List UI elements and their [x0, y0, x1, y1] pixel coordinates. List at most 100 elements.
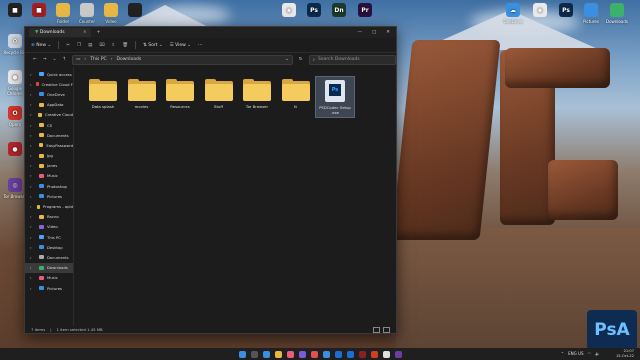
new-button[interactable]: ⊕ New ⌄ — [31, 43, 51, 48]
taskbar-app-icon[interactable] — [322, 350, 330, 358]
file-item[interactable]: Ps PSDCodec Setup .exe — [315, 76, 355, 118]
nav-item[interactable]: › OneDrive — [25, 89, 73, 99]
expand-chevron-icon[interactable]: › — [30, 275, 36, 280]
nav-item[interactable]: › Creative Cloud — [25, 110, 73, 120]
nav-item[interactable]: › Music — [25, 273, 73, 283]
desktop-icon[interactable]: Pr — [350, 3, 380, 19]
nav-item[interactable]: › Documents — [25, 252, 73, 262]
expand-chevron-icon[interactable]: › — [30, 102, 36, 107]
nav-item[interactable]: › Creative Cloud F — [25, 79, 73, 89]
address-bar[interactable]: ▭ › This PC › Downloads ⌄ — [72, 54, 293, 65]
chevron-up-icon[interactable]: ⌃ — [561, 351, 564, 356]
details-view-icon[interactable] — [373, 326, 380, 333]
file-explorer-window[interactable]: ▼ Downloads × + — □ ✕ ⊕ New ⌄ ✂ ❐ ▤ ⌧ ⇪ … — [24, 26, 397, 334]
expand-chevron-icon[interactable]: › — [30, 133, 36, 138]
delete-icon[interactable]: 🗑 — [122, 43, 128, 48]
taskbar-app-icon[interactable] — [286, 350, 294, 358]
taskbar-app-icon[interactable] — [370, 350, 378, 358]
nav-item[interactable]: › EasyPassword — [25, 140, 73, 150]
nav-item[interactable]: › Jpg — [25, 151, 73, 161]
expand-chevron-icon[interactable]: › — [30, 143, 36, 148]
taskbar-app-icon[interactable] — [262, 350, 270, 358]
clock[interactable]: 21:07 15-Oct-22 — [616, 349, 634, 359]
lang-indicator[interactable]: ENG US — [568, 351, 583, 356]
expand-chevron-icon[interactable]: › — [30, 224, 36, 229]
expand-chevron-icon[interactable]: › — [30, 214, 36, 219]
view-button[interactable]: ☰ View ⌄ — [170, 43, 191, 48]
nav-item[interactable]: › Programs - apld — [25, 201, 73, 211]
expand-chevron-icon[interactable]: › — [30, 153, 36, 158]
expand-chevron-icon[interactable]: › — [30, 265, 36, 270]
folder-item[interactable]: movies — [123, 79, 161, 109]
expand-chevron-icon[interactable]: › — [30, 194, 36, 199]
breadcrumb-downloads[interactable]: Downloads — [117, 57, 142, 62]
expand-chevron-icon[interactable]: › — [30, 173, 36, 178]
folder-item[interactable]: Resources — [161, 79, 199, 109]
rename-icon[interactable]: ⌧ — [99, 43, 104, 48]
desktop-icon[interactable]: Downloads — [602, 3, 632, 24]
nav-item[interactable]: › Pictures — [25, 191, 73, 201]
more-options-icon[interactable]: ··· — [198, 43, 202, 48]
minimize-icon[interactable]: — — [357, 30, 362, 35]
maximize-icon[interactable]: □ — [372, 30, 376, 35]
paste-icon[interactable]: ▤ — [88, 43, 92, 48]
copy-icon[interactable]: ❐ — [77, 43, 81, 48]
start-icon[interactable] — [238, 350, 246, 358]
nav-item[interactable]: › Music — [25, 171, 73, 181]
nav-item[interactable]: › Documents — [25, 130, 73, 140]
cut-icon[interactable]: ✂ — [66, 43, 70, 48]
nav-item[interactable]: › This PC — [25, 232, 73, 242]
desktop-icon[interactable] — [120, 3, 150, 19]
expand-chevron-icon[interactable]: › — [30, 245, 36, 250]
taskbar-app-icon[interactable] — [358, 350, 366, 358]
nav-item[interactable]: › Racno — [25, 212, 73, 222]
taskbar-app-icon[interactable] — [334, 350, 342, 358]
nav-item[interactable]: › Janes — [25, 161, 73, 171]
expand-chevron-icon[interactable]: › — [30, 255, 36, 260]
expand-chevron-icon[interactable]: › — [30, 286, 36, 291]
nav-item[interactable]: › Downloads — [25, 262, 73, 273]
folder-item[interactable]: Stuff — [200, 79, 238, 109]
forward-icon[interactable]: → — [43, 57, 47, 62]
taskbar-app-icon[interactable] — [274, 350, 282, 358]
search-input[interactable]: ⌕ Search Downloads — [308, 54, 396, 65]
up-icon[interactable]: ↑ — [62, 57, 66, 62]
desktop-icon[interactable]: ☁ OneDrive — [498, 3, 528, 24]
recent-icon[interactable]: ⌄ — [53, 57, 57, 62]
address-dropdown-icon[interactable]: ⌄ — [285, 57, 292, 62]
taskbar-app-icon[interactable] — [394, 350, 402, 358]
search-taskbar-icon[interactable] — [250, 350, 258, 358]
expand-chevron-icon[interactable]: › — [30, 82, 33, 87]
expand-chevron-icon[interactable]: › — [30, 163, 36, 168]
folder-item[interactable]: tt — [277, 79, 315, 109]
expand-chevron-icon[interactable]: › — [30, 184, 36, 189]
nav-item[interactable]: › CS — [25, 120, 73, 130]
breadcrumb-this-pc[interactable]: This PC — [90, 57, 106, 62]
nav-item[interactable]: › Quick access — [25, 69, 73, 79]
expand-chevron-icon[interactable]: › — [30, 235, 36, 240]
taskbar-app-icon[interactable] — [298, 350, 306, 358]
expand-chevron-icon[interactable]: › — [30, 92, 36, 97]
back-icon[interactable]: ← — [33, 57, 37, 62]
share-icon[interactable]: ⇪ — [112, 43, 116, 48]
nav-item[interactable]: › Desktop — [25, 242, 73, 252]
new-tab-button[interactable]: + — [97, 30, 101, 35]
folder-item[interactable]: Tor Browser — [238, 79, 276, 109]
close-window-icon[interactable]: ✕ — [386, 30, 390, 35]
sort-button[interactable]: ⇅ Sort ⌄ — [143, 43, 163, 48]
wifi-icon[interactable]: ◠ — [588, 351, 592, 356]
nav-item[interactable]: › Pictures — [25, 283, 73, 293]
nav-item[interactable]: › Photoshop — [25, 181, 73, 191]
tab-downloads[interactable]: ▼ Downloads × — [29, 28, 91, 37]
taskbar-app-icon[interactable] — [310, 350, 318, 358]
tiles-view-icon[interactable] — [383, 326, 390, 333]
expand-chevron-icon[interactable]: › — [30, 204, 34, 209]
close-tab-icon[interactable]: × — [83, 28, 87, 37]
nav-item[interactable]: › AppData — [25, 100, 73, 110]
title-bar[interactable]: ▼ Downloads × + — □ ✕ — [25, 27, 396, 38]
expand-chevron-icon[interactable]: › — [30, 123, 36, 128]
expand-chevron-icon[interactable]: › — [30, 72, 36, 77]
nav-item[interactable]: › Video — [25, 222, 73, 232]
folder-item[interactable]: Data splash — [84, 79, 122, 109]
expand-chevron-icon[interactable]: › — [30, 112, 35, 117]
